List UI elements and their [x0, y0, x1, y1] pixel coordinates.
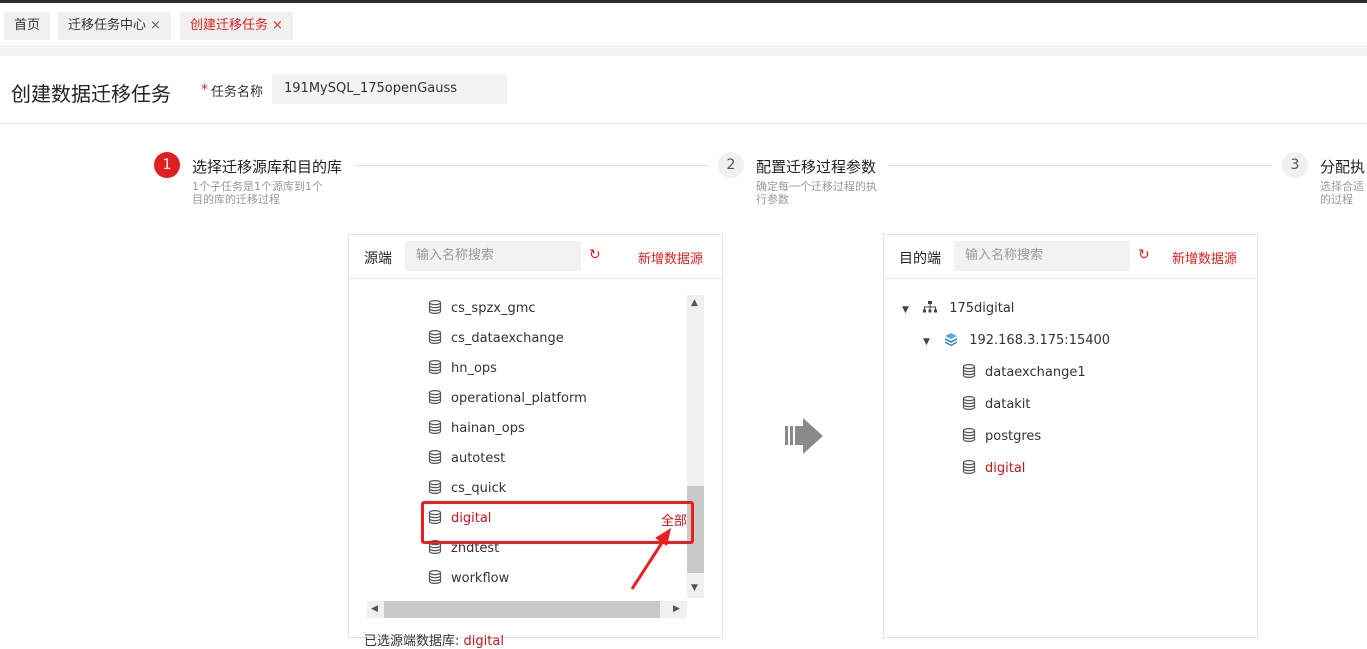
source-title: 源端 — [364, 251, 392, 267]
tree-leaf-database[interactable]: dataexchange1 — [962, 362, 1086, 384]
caret-down-icon[interactable]: ▼ — [902, 300, 909, 320]
task-name-input[interactable]: 191MySQL_175openGauss — [272, 74, 507, 104]
database-icon — [428, 300, 442, 314]
database-icon — [428, 450, 442, 464]
tab-migration-center[interactable]: 迁移任务中心 × — [58, 12, 171, 40]
database-name: workflow — [451, 571, 510, 586]
tab-bar: 首页 迁移任务中心 × 创建迁移任务 × — [0, 3, 1367, 47]
list-item[interactable]: cs_quick — [428, 478, 506, 500]
database-icon — [428, 360, 442, 374]
list-item[interactable]: cs_spzx_gmc — [428, 298, 536, 320]
page-title: 创建数据迁移任务 — [11, 82, 171, 106]
list-item[interactable]: hainan_ops — [428, 418, 525, 440]
list-item[interactable]: autotest — [428, 448, 505, 470]
vertical-scrollbar[interactable]: ▲ ▼ — [687, 295, 704, 598]
scroll-left-icon[interactable]: ◀ — [371, 604, 378, 614]
target-title: 目的端 — [899, 251, 941, 267]
instance-address: 192.168.3.175:15400 — [969, 333, 1111, 348]
step-3-title: 分配执 — [1320, 158, 1366, 176]
tab-label: 创建迁移任务 — [190, 18, 269, 33]
database-name: hn_ops — [451, 361, 497, 376]
target-add-datasource-link[interactable]: 新增数据源 — [1172, 248, 1237, 267]
list-item[interactable]: cs_dataexchange — [428, 328, 564, 350]
database-icon — [962, 364, 976, 378]
step-2-number: 2 — [718, 152, 744, 178]
caret-down-icon[interactable]: ▼ — [923, 332, 930, 352]
scroll-right-icon[interactable]: ▶ — [673, 604, 680, 614]
list-item[interactable]: workflow — [428, 568, 509, 590]
database-icon — [962, 396, 976, 410]
tree-leaf-database[interactable]: datakit — [962, 394, 1031, 416]
refresh-icon[interactable]: ↻ — [589, 247, 601, 263]
database-name: datakit — [985, 397, 1031, 412]
source-panel-header: 源端 输入名称搜索 ↻ 新增数据源 — [349, 235, 722, 279]
database-name: autotest — [451, 451, 506, 466]
cluster-name: 175digital — [949, 301, 1015, 316]
refresh-icon[interactable]: ↻ — [1138, 247, 1150, 263]
tab-label: 首页 — [14, 18, 41, 33]
scrollbar-thumb[interactable] — [384, 601, 660, 618]
database-name: hainan_ops — [451, 421, 525, 436]
database-icon — [428, 480, 442, 494]
tree-node-cluster[interactable]: ▼ 175digital — [902, 299, 1014, 320]
selected-source-summary: 已选源端数据库: digital — [364, 630, 504, 649]
target-search-input[interactable]: 输入名称搜索 — [954, 241, 1130, 271]
transfer-arrow-icon — [785, 418, 823, 454]
selected-source-label: 已选源端数据库: — [364, 634, 460, 649]
tab-home[interactable]: 首页 — [4, 12, 51, 40]
target-panel: 目的端 输入名称搜索 ↻ 新增数据源 — [883, 234, 1258, 638]
database-name: postgres — [985, 429, 1042, 444]
close-icon[interactable]: × — [272, 18, 283, 33]
page-header: 创建数据迁移任务 * 任务名称 191MySQL_175openGauss — [0, 56, 1367, 124]
hierarchy-icon — [923, 301, 938, 313]
database-name: digital — [985, 461, 1026, 476]
tree-leaf-database[interactable]: digital — [962, 458, 1025, 480]
divider — [0, 48, 1367, 56]
tree-leaf-database[interactable]: postgres — [962, 426, 1041, 448]
database-icon — [428, 570, 442, 584]
annotation-arrow-icon — [630, 528, 671, 590]
list-item[interactable]: operational_platform — [428, 388, 587, 410]
source-add-datasource-link[interactable]: 新增数据源 — [638, 248, 703, 267]
step-3-number: 3 — [1282, 152, 1308, 178]
list-item[interactable]: hn_ops — [428, 358, 497, 380]
database-icon — [428, 390, 442, 404]
database-icon — [962, 460, 976, 474]
required-mark: * — [201, 82, 208, 98]
close-icon[interactable]: × — [150, 18, 161, 33]
step-1-desc: 1个子任务是1个源库到1个目的库的迁移过程 — [192, 180, 323, 206]
tree-node-instance[interactable]: ▼ 192.168.3.175:15400 — [923, 331, 1110, 352]
database-icon — [962, 428, 976, 442]
scroll-up-icon[interactable]: ▲ — [691, 298, 698, 308]
target-panel-header: 目的端 输入名称搜索 ↻ 新增数据源 — [884, 235, 1257, 279]
database-name: dataexchange1 — [985, 365, 1086, 380]
step-connector — [354, 165, 708, 166]
database-name: cs_spzx_gmc — [451, 301, 536, 316]
step-3-desc: 选择合适的过程 — [1320, 180, 1364, 206]
step-1-number: 1 — [154, 152, 180, 178]
step-2-desc: 确定每一个迁移过程的执行参数 — [756, 180, 877, 206]
database-name: operational_platform — [451, 391, 587, 406]
tab-label: 迁移任务中心 — [68, 18, 147, 33]
horizontal-scrollbar[interactable]: ◀ ▶ — [367, 601, 687, 618]
instance-stack-icon — [945, 333, 958, 346]
task-name-label: 任务名称 — [211, 85, 264, 100]
selected-source-value: digital — [463, 634, 504, 649]
step-1-title: 选择迁移源库和目的库 — [192, 158, 343, 176]
step-2-title: 配置迁移过程参数 — [756, 158, 877, 176]
step-connector — [888, 165, 1272, 166]
database-icon — [428, 330, 442, 344]
tab-create-task[interactable]: 创建迁移任务 × — [180, 12, 293, 40]
database-name: cs_dataexchange — [451, 331, 564, 346]
database-icon — [428, 420, 442, 434]
source-search-input[interactable]: 输入名称搜索 — [405, 241, 581, 271]
database-name: cs_quick — [451, 481, 507, 496]
scroll-down-icon[interactable]: ▼ — [691, 583, 698, 593]
